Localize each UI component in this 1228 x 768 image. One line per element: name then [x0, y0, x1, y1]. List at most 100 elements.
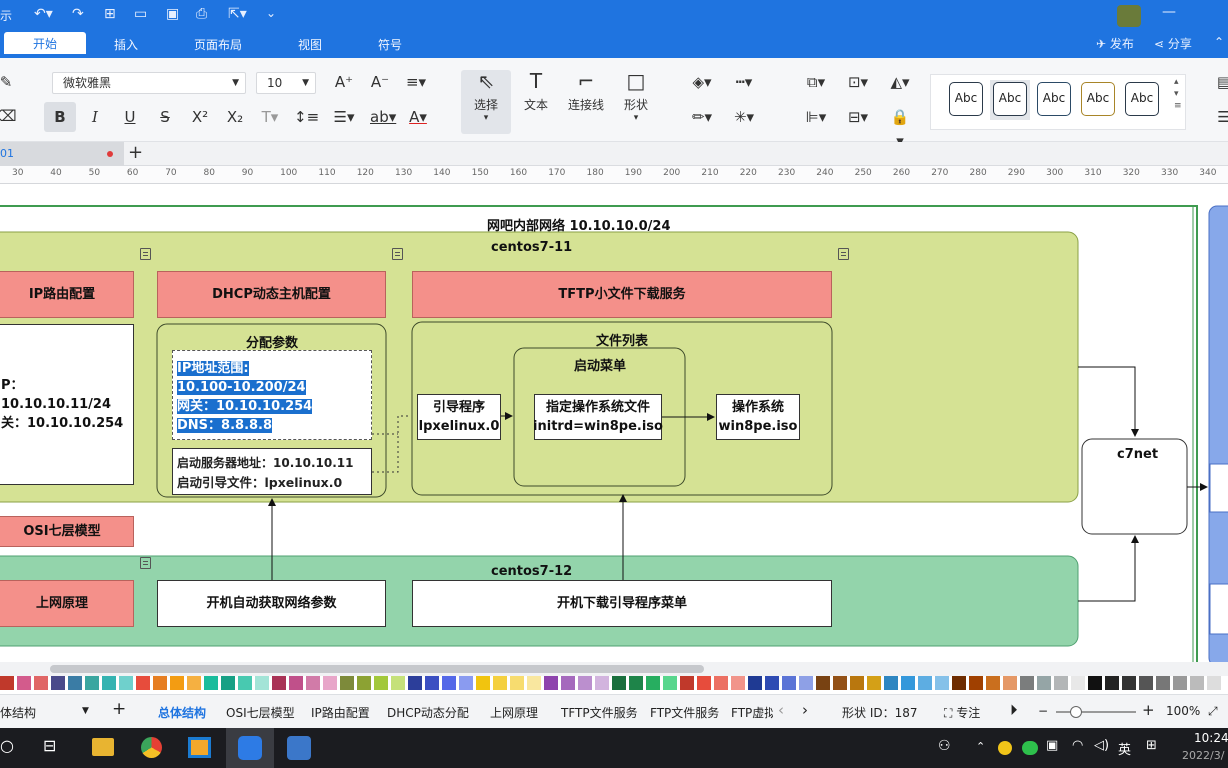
scrollbar-thumb[interactable] [50, 665, 704, 673]
color-swatch[interactable] [34, 676, 48, 690]
customize-icon[interactable]: ⌄ [266, 6, 276, 20]
effects-icon[interactable]: ✳▾ [732, 105, 756, 129]
note-icon[interactable] [838, 248, 849, 260]
italic-icon[interactable]: I [83, 105, 107, 129]
page-tab-ftp[interactable]: FTP文件服务 [650, 704, 719, 721]
font-size-select[interactable]: 10 ▼ [256, 72, 316, 94]
share-button[interactable]: ⋖ 分享 [1154, 35, 1192, 52]
highlight-icon[interactable]: ab▾ [370, 105, 396, 129]
note-icon[interactable] [392, 248, 403, 260]
color-swatch[interactable] [442, 676, 456, 690]
gallery-scroll-icon[interactable]: ▴ ▾ ≡ [1174, 76, 1182, 112]
note-icon[interactable] [140, 557, 151, 569]
c7net-label[interactable]: c7net [1117, 447, 1158, 462]
tftp-node[interactable]: TFTP小文件下载服务 [412, 271, 832, 318]
color-swatch[interactable] [765, 676, 779, 690]
color-swatch[interactable] [799, 676, 813, 690]
select-tool[interactable]: ⇖ 选择 ▾ [462, 68, 510, 123]
color-swatch[interactable] [1003, 676, 1017, 690]
color-swatch[interactable] [459, 676, 473, 690]
search-icon[interactable]: ○ [0, 736, 14, 755]
align-left-icon[interactable]: ⊫▾ [804, 105, 828, 129]
color-swatch[interactable] [510, 676, 524, 690]
task-view-icon[interactable]: ⊟ [43, 736, 56, 755]
people-icon[interactable]: ⚇ [938, 738, 951, 754]
document-tab[interactable]: 01 [0, 142, 124, 166]
color-swatch[interactable] [391, 676, 405, 690]
color-swatch[interactable] [221, 676, 235, 690]
tabs-prev-icon[interactable]: ‹ [778, 701, 784, 719]
color-swatch[interactable] [1190, 676, 1204, 690]
color-swatch[interactable] [833, 676, 847, 690]
page-tab-overall[interactable]: 总体结构 [158, 704, 206, 721]
page-tab-ftp-virtual[interactable]: FTP虚拟 [731, 704, 773, 721]
color-swatch[interactable] [697, 676, 711, 690]
color-swatch[interactable] [85, 676, 99, 690]
tray-window-icon[interactable]: ▣ [1046, 738, 1058, 753]
ime-indicator[interactable]: 英 [1118, 739, 1131, 758]
color-swatch[interactable] [782, 676, 796, 690]
color-swatch[interactable] [918, 676, 932, 690]
params-title[interactable]: 分配参数 [246, 332, 298, 351]
font-shrink-icon[interactable]: A⁻ [368, 70, 392, 94]
ip-config-node[interactable]: P：10.10.10.11/24 关：10.10.10.254 [0, 324, 134, 485]
add-document-icon[interactable]: + [128, 142, 143, 164]
tab-page-layout[interactable]: 页面布局 [194, 36, 242, 53]
clock-date[interactable]: 2022/3/ [1182, 749, 1224, 762]
style-preset-1[interactable]: Abc [949, 82, 983, 116]
list-icon[interactable]: ☰▾ [332, 105, 356, 129]
color-swatch[interactable] [408, 676, 422, 690]
redo-icon[interactable]: ↷ [72, 6, 84, 22]
file-list-title[interactable]: 文件列表 [596, 330, 648, 349]
avatar[interactable] [1117, 5, 1141, 27]
dhcp-node[interactable]: DHCP动态主机配置 [157, 271, 386, 318]
line-style-icon[interactable]: ┅▾ [732, 70, 756, 94]
page-list-select[interactable]: 体结构 [0, 704, 36, 721]
color-swatch[interactable] [850, 676, 864, 690]
tray-app-icon[interactable] [998, 741, 1012, 755]
os-file-node[interactable]: 指定操作系统文件 initrd=win8pe.iso [533, 394, 663, 440]
volume-icon[interactable]: ◁) [1094, 738, 1109, 753]
color-swatch[interactable] [238, 676, 252, 690]
page-tab-dhcp[interactable]: DHCP动态分配 [387, 704, 469, 721]
font-grow-icon[interactable]: A⁺ [332, 70, 356, 94]
color-swatch[interactable] [901, 676, 915, 690]
style-preset-4[interactable]: Abc [1081, 82, 1115, 116]
color-swatch[interactable] [340, 676, 354, 690]
edraw-app-icon[interactable] [238, 736, 262, 760]
horizontal-scrollbar[interactable] [0, 662, 1228, 676]
color-swatch[interactable] [119, 676, 133, 690]
bold-button[interactable]: B [44, 102, 76, 132]
style-preset-3[interactable]: Abc [1037, 82, 1071, 116]
color-swatch[interactable] [1139, 676, 1153, 690]
color-swatch[interactable] [1207, 676, 1221, 690]
app-icon[interactable] [188, 737, 211, 758]
connector-tool[interactable]: ⌐ 连接线 [562, 68, 610, 113]
subscript-icon[interactable]: X₂ [223, 105, 247, 129]
color-swatch[interactable] [714, 676, 728, 690]
more-icon[interactable]: ☰ [1212, 105, 1228, 129]
auto-get-params-node[interactable]: 开机自动获取网络参数 [157, 580, 386, 627]
zoom-slider-handle[interactable] [1070, 706, 1082, 718]
shape-tool[interactable]: □ 形状 ▾ [612, 68, 660, 123]
font-family-select[interactable]: 微软雅黑 ▼ [52, 72, 246, 94]
color-swatch[interactable] [986, 676, 1000, 690]
tab-symbol[interactable]: 符号 [378, 36, 402, 53]
tab-view[interactable]: 视图 [298, 36, 322, 53]
color-swatch[interactable] [935, 676, 949, 690]
color-swatch[interactable] [544, 676, 558, 690]
export-icon[interactable]: ⇱▾ [228, 6, 247, 22]
boot-server-node[interactable]: 启动服务器地址：10.10.10.11 启动引导文件：lpxelinux.0 [172, 448, 372, 495]
centos11-title[interactable]: centos7-11 [491, 240, 572, 255]
zoom-slider[interactable] [1056, 711, 1136, 713]
color-swatch[interactable] [17, 676, 31, 690]
color-swatch[interactable] [493, 676, 507, 690]
font-color-icon[interactable]: A▾ [406, 105, 430, 129]
ime-grid-icon[interactable]: ⊞ [1146, 738, 1157, 753]
text-case-icon[interactable]: T▾ [258, 105, 282, 129]
color-swatch[interactable] [952, 676, 966, 690]
align-icon[interactable]: ≡▾ [404, 70, 428, 94]
color-swatch[interactable] [0, 676, 14, 690]
download-menu-node[interactable]: 开机下载引导程序菜单 [412, 580, 832, 627]
file-explorer-icon[interactable] [92, 738, 114, 756]
